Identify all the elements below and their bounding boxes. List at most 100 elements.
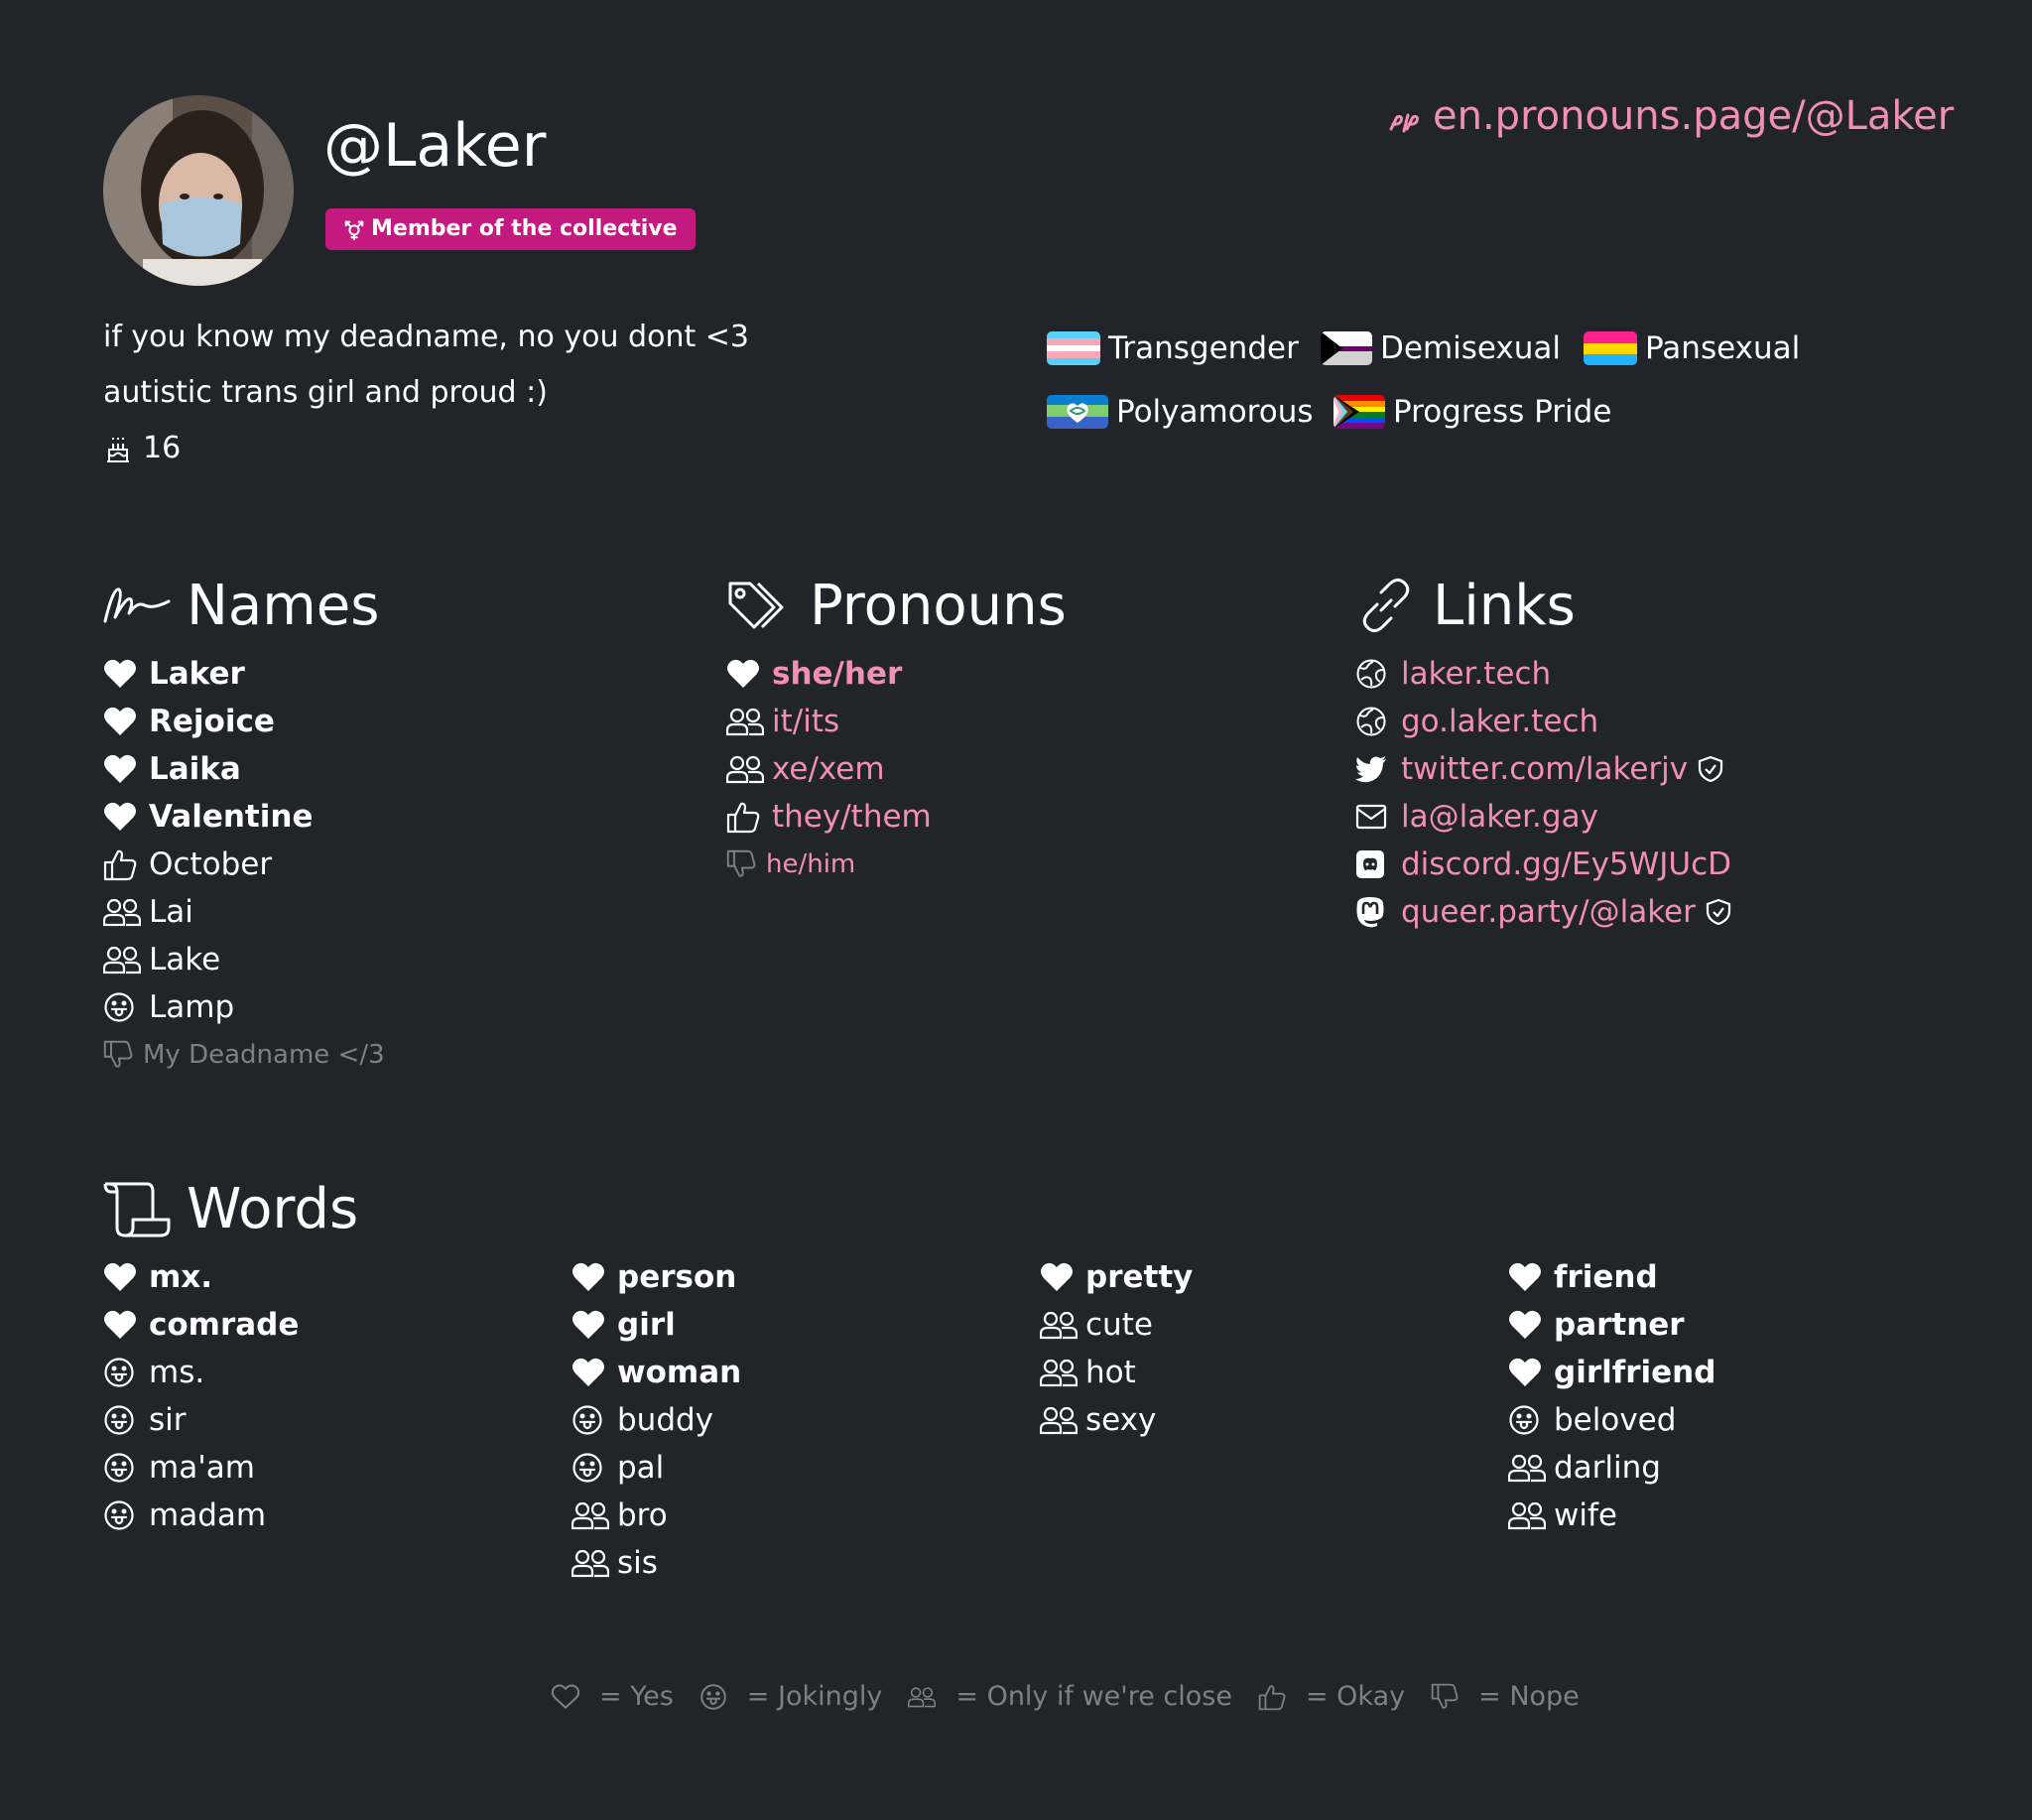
list-item: he/him bbox=[726, 841, 932, 888]
words-column-3: pretty cute hot sexy bbox=[1040, 1253, 1193, 1444]
list-item: comrade bbox=[103, 1301, 299, 1349]
item-label: darling bbox=[1554, 1450, 1661, 1486]
thumbs-up-icon bbox=[726, 797, 766, 837]
link-item[interactable]: discord.gg/Ey5WJUcD bbox=[1355, 841, 1731, 888]
heart-icon bbox=[572, 1257, 611, 1297]
thumbs-down-icon bbox=[726, 845, 760, 884]
pronouns-section-header: Pronouns bbox=[726, 573, 1067, 638]
pansexual-flag-icon bbox=[1584, 331, 1637, 365]
users-icon bbox=[572, 1543, 611, 1583]
member-badge: Member of the collective bbox=[325, 208, 696, 250]
grin-tongue-icon bbox=[103, 987, 143, 1027]
link-label[interactable]: queer.party/@laker bbox=[1401, 894, 1696, 930]
legend-label: = Yes bbox=[599, 1681, 674, 1712]
link-label[interactable]: discord.gg/Ey5WJUcD bbox=[1401, 846, 1731, 882]
list-item: cute bbox=[1040, 1301, 1193, 1349]
list-item: partner bbox=[1508, 1301, 1715, 1349]
list-item: girlfriend bbox=[1508, 1349, 1715, 1396]
list-item: October bbox=[103, 841, 385, 888]
item-label[interactable]: she/her bbox=[772, 656, 902, 692]
heart-icon bbox=[1040, 1257, 1080, 1297]
description-line-2: autistic trans girl and proud :) bbox=[103, 375, 548, 410]
legend-item-close: = Only if we're close bbox=[908, 1681, 1232, 1712]
item-label[interactable]: he/him bbox=[766, 849, 855, 879]
envelope-icon bbox=[1355, 797, 1395, 837]
pronouns-title: Pronouns bbox=[810, 573, 1067, 638]
twitter-icon bbox=[1355, 749, 1395, 789]
flag-polyamorous[interactable]: Polyamorous bbox=[1047, 392, 1314, 432]
flag-label: Demisexual bbox=[1380, 330, 1562, 366]
links-section-header: Links bbox=[1355, 574, 1576, 638]
item-label[interactable]: xe/xem bbox=[772, 751, 885, 787]
item-label: ma'am bbox=[149, 1450, 255, 1486]
item-label: friend bbox=[1554, 1259, 1658, 1295]
list-item: ms. bbox=[103, 1349, 299, 1396]
users-icon bbox=[1508, 1448, 1548, 1488]
flag-progress-pride[interactable]: Progress Pride bbox=[1334, 392, 1611, 432]
heart-icon bbox=[572, 1305, 611, 1345]
flag-transgender[interactable]: Transgender bbox=[1047, 328, 1299, 368]
link-item[interactable]: laker.tech bbox=[1355, 650, 1731, 698]
pronouns-page-logo-icon bbox=[1389, 113, 1419, 133]
flag-demisexual[interactable]: Demisexual bbox=[1321, 328, 1561, 368]
link-item[interactable]: twitter.com/lakerjv bbox=[1355, 745, 1731, 793]
link-label[interactable]: twitter.com/lakerjv bbox=[1401, 751, 1688, 787]
legend-item-jokingly: = Jokingly bbox=[699, 1681, 882, 1712]
heart-icon bbox=[103, 1257, 143, 1297]
list-item: My Deadname </3 bbox=[103, 1031, 385, 1079]
link-item[interactable]: la@laker.gay bbox=[1355, 793, 1731, 841]
words-section-header: Words bbox=[103, 1176, 359, 1241]
verified-icon bbox=[1706, 898, 1730, 926]
link-label[interactable]: la@laker.gay bbox=[1401, 799, 1598, 835]
list-item: Laika bbox=[103, 745, 385, 793]
item-label: comrade bbox=[149, 1307, 300, 1343]
heart-icon bbox=[103, 749, 143, 789]
list-item: hot bbox=[1040, 1349, 1193, 1396]
item-label: cute bbox=[1085, 1307, 1153, 1343]
profile-url-text: en.pronouns.page/@Laker bbox=[1433, 93, 1955, 139]
flag-label: Pansexual bbox=[1645, 330, 1801, 366]
grin-tongue-icon bbox=[572, 1448, 611, 1488]
legend-label: = Okay bbox=[1305, 1681, 1406, 1712]
heart-icon bbox=[103, 702, 143, 741]
grin-tongue-icon bbox=[572, 1400, 611, 1440]
link-item[interactable]: queer.party/@laker bbox=[1355, 888, 1731, 936]
link-label[interactable]: go.laker.tech bbox=[1401, 704, 1598, 739]
flag-pansexual[interactable]: Pansexual bbox=[1584, 328, 1800, 368]
item-label: Valentine bbox=[149, 799, 314, 835]
item-label[interactable]: they/them bbox=[772, 799, 932, 835]
legend: = Yes = Jokingly = Only if we're close = Ok… bbox=[552, 1681, 1605, 1712]
list-item: person bbox=[572, 1253, 741, 1301]
demisexual-flag-icon bbox=[1321, 331, 1372, 365]
item-label: Lake bbox=[149, 942, 221, 977]
item-label: beloved bbox=[1554, 1402, 1677, 1438]
users-icon bbox=[1040, 1305, 1080, 1345]
link-label[interactable]: laker.tech bbox=[1401, 656, 1551, 692]
list-item: sir bbox=[103, 1396, 299, 1444]
badge-label: Member of the collective bbox=[371, 216, 678, 241]
profile-url-link[interactable]: en.pronouns.page/@Laker bbox=[1387, 93, 1954, 139]
list-item: Laker bbox=[103, 650, 385, 698]
thumbs-down-icon bbox=[103, 1035, 137, 1075]
grin-tongue-icon bbox=[1508, 1400, 1548, 1440]
words-title: Words bbox=[187, 1176, 359, 1241]
item-label: sir bbox=[149, 1402, 187, 1438]
item-label: madam bbox=[149, 1497, 267, 1533]
words-column-4: friend partner girlfriend beloved darling wif… bbox=[1508, 1253, 1715, 1539]
heart-icon bbox=[103, 1305, 143, 1345]
list-item: woman bbox=[572, 1349, 741, 1396]
scroll-icon bbox=[103, 1182, 171, 1237]
list-item: ma'am bbox=[103, 1444, 299, 1492]
names-title: Names bbox=[187, 573, 380, 638]
legend-label: = Only if we're close bbox=[955, 1681, 1232, 1712]
item-label: Laika bbox=[149, 751, 241, 787]
list-item: buddy bbox=[572, 1396, 741, 1444]
link-item[interactable]: go.laker.tech bbox=[1355, 698, 1731, 745]
grin-tongue-icon bbox=[699, 1683, 737, 1711]
legend-label: = Nope bbox=[1478, 1681, 1580, 1712]
item-label: pal bbox=[617, 1450, 665, 1486]
list-item: Lai bbox=[103, 888, 385, 936]
item-label[interactable]: it/its bbox=[772, 704, 839, 739]
users-icon bbox=[726, 702, 766, 741]
heart-icon bbox=[726, 654, 766, 694]
